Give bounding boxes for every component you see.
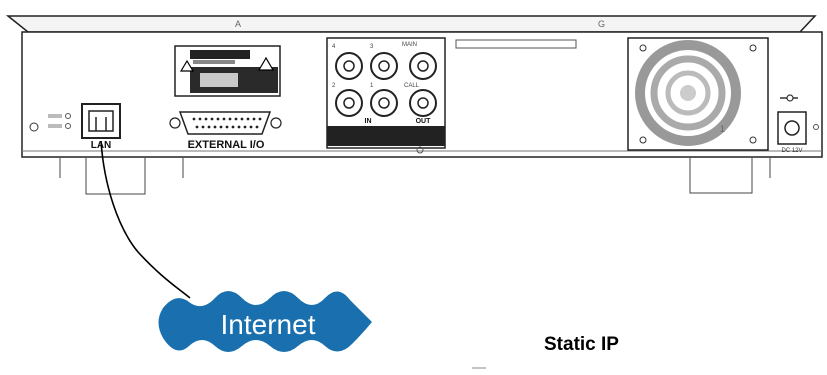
svg-text:A: A [235,19,241,29]
bnc-connector[interactable] [409,52,437,80]
lan-port[interactable] [81,103,121,139]
bnc-connector[interactable] [335,52,363,80]
internet-label: Internet [221,309,316,340]
network-connection-diagram: A G LAN EXTERNAL I/O 4 3 MAIN 2 1 CALL I… [0,0,827,370]
bnc-connector[interactable] [335,89,363,117]
bnc-connector[interactable] [370,89,398,117]
bnc-in-label: IN [365,118,372,125]
dc-power-jack[interactable] [777,111,807,145]
svg-text:1: 1 [720,124,725,134]
svg-text:G: G [598,19,605,29]
warning-label [174,45,281,97]
external-io-label: EXTERNAL I/O [188,139,265,151]
dc-label: DC 12V [781,148,802,154]
static-ip-label: Static IP [544,334,619,355]
svg-text:CALL: CALL [404,83,420,89]
bnc-connector[interactable] [370,52,398,80]
bnc-out-label: OUT [416,118,432,125]
svg-text:MAIN: MAIN [402,42,417,48]
fan-grille-icon: 1 [627,37,769,151]
bnc-connector[interactable] [409,89,437,117]
panel-feet [59,158,771,195]
